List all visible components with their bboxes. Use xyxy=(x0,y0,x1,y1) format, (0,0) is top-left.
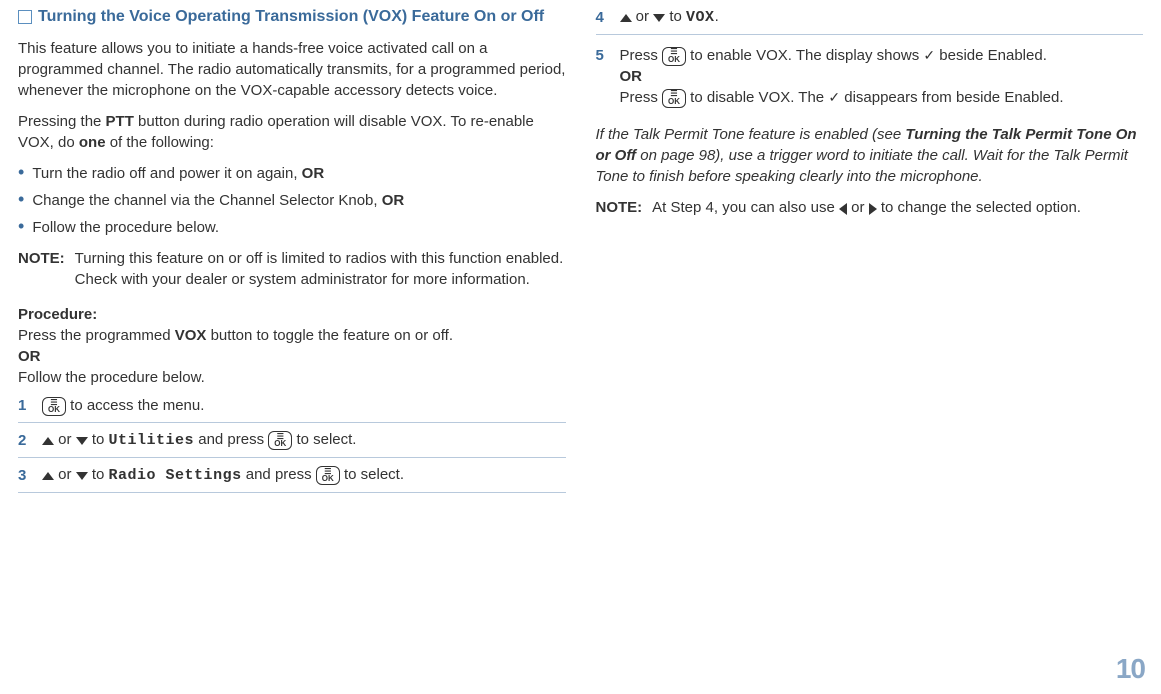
procedure-or: OR xyxy=(18,346,566,367)
note-text: Turning this feature on or off is limite… xyxy=(75,248,566,290)
up-arrow-icon xyxy=(620,7,632,28)
up-arrow-icon xyxy=(42,465,54,486)
check-icon: ✓ xyxy=(923,46,935,66)
check-icon: ✓ xyxy=(828,88,840,108)
down-arrow-icon xyxy=(653,7,665,28)
step-4: 4 or to VOX. xyxy=(596,6,1144,35)
menu-vox: VOX xyxy=(686,9,715,26)
ok-key-icon: ☰OK xyxy=(268,431,292,450)
procedure-alt: Follow the procedure below. xyxy=(18,367,566,388)
left-arrow-icon xyxy=(839,198,847,219)
step-number: 5 xyxy=(596,45,610,66)
talk-permit-note: If the Talk Permit Tone feature is enabl… xyxy=(596,124,1144,187)
menu-utilities: Utilities xyxy=(109,432,195,449)
paragraph-2: Pressing the PTT button during radio ope… xyxy=(18,111,566,153)
bullet-icon: • xyxy=(18,217,24,238)
ptt-label: PTT xyxy=(106,113,134,130)
step5-or: OR xyxy=(620,66,1144,87)
step-number: 4 xyxy=(596,7,610,28)
one-label: one xyxy=(79,134,106,151)
bullet-icon: • xyxy=(18,190,24,211)
step-2: 2 or to Utilities and press ☰OK to selec… xyxy=(18,423,566,458)
page-number: 10 xyxy=(1116,649,1145,688)
procedure-intro: Press the programmed VOX button to toggl… xyxy=(18,325,566,346)
ok-key-icon: ☰OK xyxy=(662,89,686,108)
heading-text: Turning the Voice Operating Transmission… xyxy=(38,6,544,28)
right-arrow-icon xyxy=(869,198,877,219)
bullet-2: • Change the channel via the Channel Sel… xyxy=(18,190,566,211)
section-heading: Turning the Voice Operating Transmission… xyxy=(18,6,566,28)
step-3: 3 or to Radio Settings and press ☰OK to … xyxy=(18,458,566,493)
ok-key-icon: ☰OK xyxy=(316,466,340,485)
step-number: 2 xyxy=(18,430,32,451)
ok-key-icon: ☰OK xyxy=(42,397,66,416)
menu-radio-settings: Radio Settings xyxy=(109,467,242,484)
bullet-1: • Turn the radio off and power it on aga… xyxy=(18,163,566,184)
ok-key-icon: ☰OK xyxy=(662,47,686,66)
bullet-3: • Follow the procedure below. xyxy=(18,217,566,238)
bullet-icon: • xyxy=(18,163,24,184)
note-block: NOTE: Turning this feature on or off is … xyxy=(18,248,566,290)
up-arrow-icon xyxy=(42,430,54,451)
paragraph-1: This feature allows you to initiate a ha… xyxy=(18,38,566,101)
down-arrow-icon xyxy=(76,430,88,451)
step-number: 3 xyxy=(18,465,32,486)
note-label: NOTE: xyxy=(18,248,65,290)
heading-box-icon xyxy=(18,10,32,24)
step-number: 1 xyxy=(18,395,32,416)
procedure-label: Procedure: xyxy=(18,304,566,325)
step-1: 1 ☰OK to access the menu. xyxy=(18,388,566,423)
step-5: 5 Press ☰OK to enable VOX. The display s… xyxy=(596,35,1144,114)
down-arrow-icon xyxy=(76,465,88,486)
note-block-2: NOTE: At Step 4, you can also use or to … xyxy=(596,197,1144,219)
note-label: NOTE: xyxy=(596,197,643,219)
